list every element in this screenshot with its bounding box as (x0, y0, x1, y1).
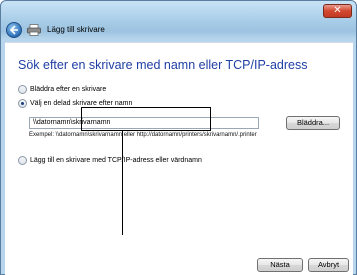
option-tcpip[interactable]: Lägg till en skrivare med TCP/IP-adress … (18, 156, 202, 165)
back-button[interactable] (6, 22, 22, 38)
dialog-title: Lägg till skrivare (47, 25, 105, 34)
annotation-box (81, 107, 211, 131)
radio-browse[interactable] (18, 85, 27, 94)
option-browse-label: Bläddra efter en skrivare (30, 86, 107, 93)
option-shared-label: Välj en delad skrivare efter namn (30, 100, 133, 107)
printer-icon (27, 23, 41, 36)
radio-tcpip[interactable] (18, 156, 27, 165)
dialog-content: Sök efter en skrivare med namn eller TCP… (5, 42, 353, 275)
annotation-line (122, 131, 123, 235)
radio-shared[interactable] (18, 99, 27, 108)
close-button[interactable]: ✕ (323, 4, 352, 18)
example-text: Exempel: \\datornamn\skrivarnamn eller h… (29, 132, 257, 138)
next-button[interactable]: Nästa (257, 258, 303, 272)
browse-button[interactable]: Bläddra... (286, 116, 340, 130)
cancel-button[interactable]: Avbryt (308, 258, 349, 272)
add-printer-dialog: ✕ Lägg till skrivare Sök efter en skriva… (0, 0, 357, 275)
page-heading: Sök efter en skrivare med namn eller TCP… (18, 58, 308, 72)
option-browse[interactable]: Bläddra efter en skrivare (18, 85, 106, 94)
option-tcpip-label: Lägg till en skrivare med TCP/IP-adress … (30, 157, 202, 164)
back-arrow-icon (9, 25, 18, 35)
